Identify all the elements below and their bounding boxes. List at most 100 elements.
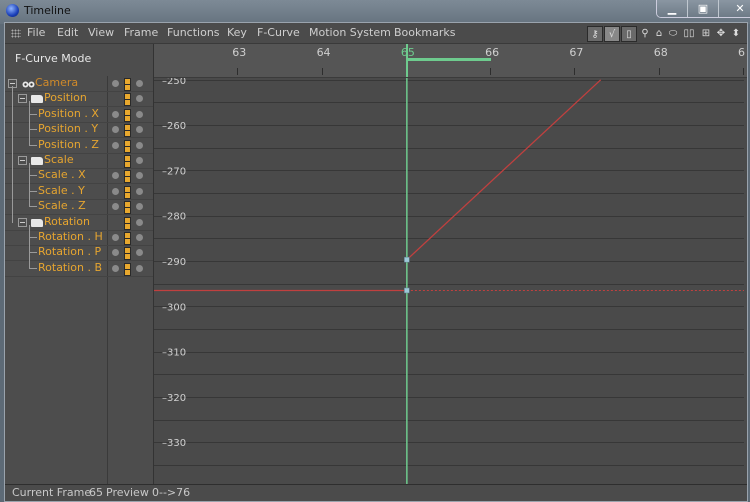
keyframe-toggle-icon[interactable] — [124, 262, 131, 276]
track-label[interactable]: Rotation . P — [38, 245, 101, 258]
keyframe-toggle-icon[interactable] — [124, 155, 131, 168]
track-label[interactable]: Position . Z — [38, 138, 99, 151]
tree-row[interactable]: Rotation . P — [5, 245, 153, 262]
solo-dot-icon[interactable] — [112, 172, 119, 180]
menu-motion-system[interactable]: Motion System — [309, 26, 391, 39]
fcurve-graph-svg[interactable]: –250–260–270–280–290–300–310–320–330–340 — [154, 78, 744, 485]
lock-dot-icon[interactable] — [136, 172, 143, 180]
solo-dot-icon[interactable] — [112, 126, 119, 134]
lock-dot-icon[interactable] — [136, 218, 143, 226]
solo-dot-icon[interactable] — [112, 249, 119, 257]
menu-functions[interactable]: Functions — [167, 26, 220, 39]
track-label[interactable]: Camera — [35, 76, 78, 89]
track-label[interactable]: Scale . X — [38, 168, 86, 181]
tree-row[interactable]: Position . X — [5, 107, 153, 123]
menu-file[interactable]: File — [27, 26, 45, 39]
close-button[interactable]: ✕ — [718, 0, 750, 17]
lock-dot-icon[interactable] — [136, 126, 143, 134]
keyframe-toggle-icon[interactable] — [124, 108, 131, 122]
tree-row[interactable]: Rotation . H — [5, 230, 153, 246]
lock-dot-icon[interactable] — [136, 110, 143, 118]
keyframe-toggle-icon[interactable] — [124, 170, 131, 184]
range-icon[interactable]: ▯▯ — [682, 26, 696, 40]
drag-grip-icon[interactable] — [11, 29, 21, 38]
lock-dot-icon[interactable] — [136, 264, 143, 272]
track-label[interactable]: Position . Y — [38, 122, 98, 135]
maximize-button[interactable]: ▣ — [687, 0, 718, 17]
lock-dot-icon[interactable] — [136, 95, 143, 103]
move-icon[interactable]: ✥ — [714, 26, 728, 40]
keyframe-toggle-icon[interactable] — [124, 232, 131, 245]
tree-row[interactable]: Position . Y — [5, 122, 153, 139]
collapse-toggle-icon[interactable] — [18, 156, 27, 165]
tree-row[interactable]: Scale — [5, 153, 153, 169]
track-label[interactable]: Scale — [44, 153, 74, 166]
keyframe-toggle-icon[interactable] — [124, 185, 131, 199]
tree-row[interactable]: Camera — [5, 76, 153, 92]
menu-edit[interactable]: Edit — [57, 26, 78, 39]
menu-bookmarks[interactable]: Bookmarks — [394, 26, 455, 39]
solo-dot-icon[interactable] — [112, 234, 119, 241]
keyframe-toggle-icon[interactable] — [124, 78, 131, 91]
lock-dot-icon[interactable] — [136, 203, 143, 211]
lock-dot-icon[interactable] — [136, 249, 143, 257]
tree-row[interactable]: Scale . Z — [5, 199, 153, 216]
keyframe-point[interactable] — [404, 256, 410, 263]
fcurve-graph[interactable]: –250–260–270–280–290–300–310–320–330–340 — [154, 78, 744, 485]
solo-dot-icon[interactable] — [112, 80, 119, 87]
insert-icon[interactable]: ⊞ — [699, 26, 713, 40]
keyframe-toggle-icon[interactable] — [124, 93, 131, 107]
lock-dot-icon[interactable] — [136, 187, 143, 195]
tree-row[interactable]: Scale . X — [5, 168, 153, 185]
tree-row[interactable]: Position — [5, 91, 153, 108]
collapse-toggle-icon[interactable] — [18, 217, 27, 227]
lock-dot-icon[interactable] — [136, 141, 143, 149]
app-logo-icon — [6, 4, 19, 17]
dope-sheet-icon[interactable]: ▯ — [621, 26, 637, 42]
track-label[interactable]: Rotation . B — [38, 261, 102, 274]
preview-range-bar[interactable] — [406, 58, 492, 61]
current-frame-label: Current Frame — [12, 486, 92, 499]
fcurve-mode-icon[interactable]: √ — [604, 26, 620, 42]
track-label[interactable]: Scale . Y — [38, 184, 85, 197]
track-label[interactable]: Position . X — [38, 107, 99, 120]
menu-view[interactable]: View — [88, 26, 114, 39]
solo-dot-icon[interactable] — [112, 187, 119, 195]
tree-row[interactable]: Rotation . B — [5, 261, 153, 277]
key-mode-icon[interactable]: ⚷ — [587, 26, 603, 42]
track-label[interactable]: Position — [44, 91, 87, 104]
tree-row[interactable]: Rotation — [5, 215, 153, 231]
solo-dot-icon[interactable] — [112, 203, 119, 211]
tree-row[interactable]: Position . Z — [5, 138, 153, 154]
menu-fcurve[interactable]: F-Curve — [257, 26, 300, 39]
minimize-button[interactable]: ▁ — [657, 0, 687, 17]
keyframe-toggle-icon[interactable] — [124, 201, 131, 215]
solo-dot-icon[interactable] — [112, 110, 119, 118]
lock-dot-icon[interactable] — [136, 234, 143, 241]
keyframe-toggle-icon[interactable] — [124, 139, 131, 153]
tree-connector — [29, 129, 37, 131]
home-icon[interactable]: ⌂ — [652, 26, 666, 40]
track-label[interactable]: Rotation — [44, 215, 90, 228]
collapse-toggle-icon[interactable] — [18, 94, 27, 104]
menu-key[interactable]: Key — [227, 26, 247, 39]
frame-ruler[interactable]: 63 64 65 66 67 68 6 — [154, 44, 747, 78]
keyframe-point[interactable] — [404, 287, 410, 294]
ellipse-icon[interactable]: ⬭ — [666, 26, 680, 40]
keyframe-toggle-icon[interactable] — [124, 216, 131, 230]
zoom-icon[interactable]: ⚲ — [638, 26, 652, 40]
track-label[interactable]: Scale . Z — [38, 199, 86, 212]
lock-dot-icon[interactable] — [136, 157, 143, 164]
menu-frame[interactable]: Frame — [124, 26, 158, 39]
lock-dot-icon[interactable] — [136, 80, 143, 87]
current-frame-marker[interactable] — [405, 44, 408, 77]
rising-curve[interactable] — [406, 79, 602, 261]
solo-dot-icon[interactable] — [112, 264, 119, 272]
keyframe-toggle-icon[interactable] — [124, 124, 131, 138]
solo-dot-icon[interactable] — [112, 141, 119, 149]
down-arrow-icon[interactable]: ⬍ — [729, 26, 743, 40]
track-label[interactable]: Rotation . H — [38, 230, 103, 243]
keyframe-toggle-icon[interactable] — [124, 247, 131, 261]
y-axis-label: –330 — [162, 438, 186, 449]
tree-row[interactable]: Scale . Y — [5, 184, 153, 200]
